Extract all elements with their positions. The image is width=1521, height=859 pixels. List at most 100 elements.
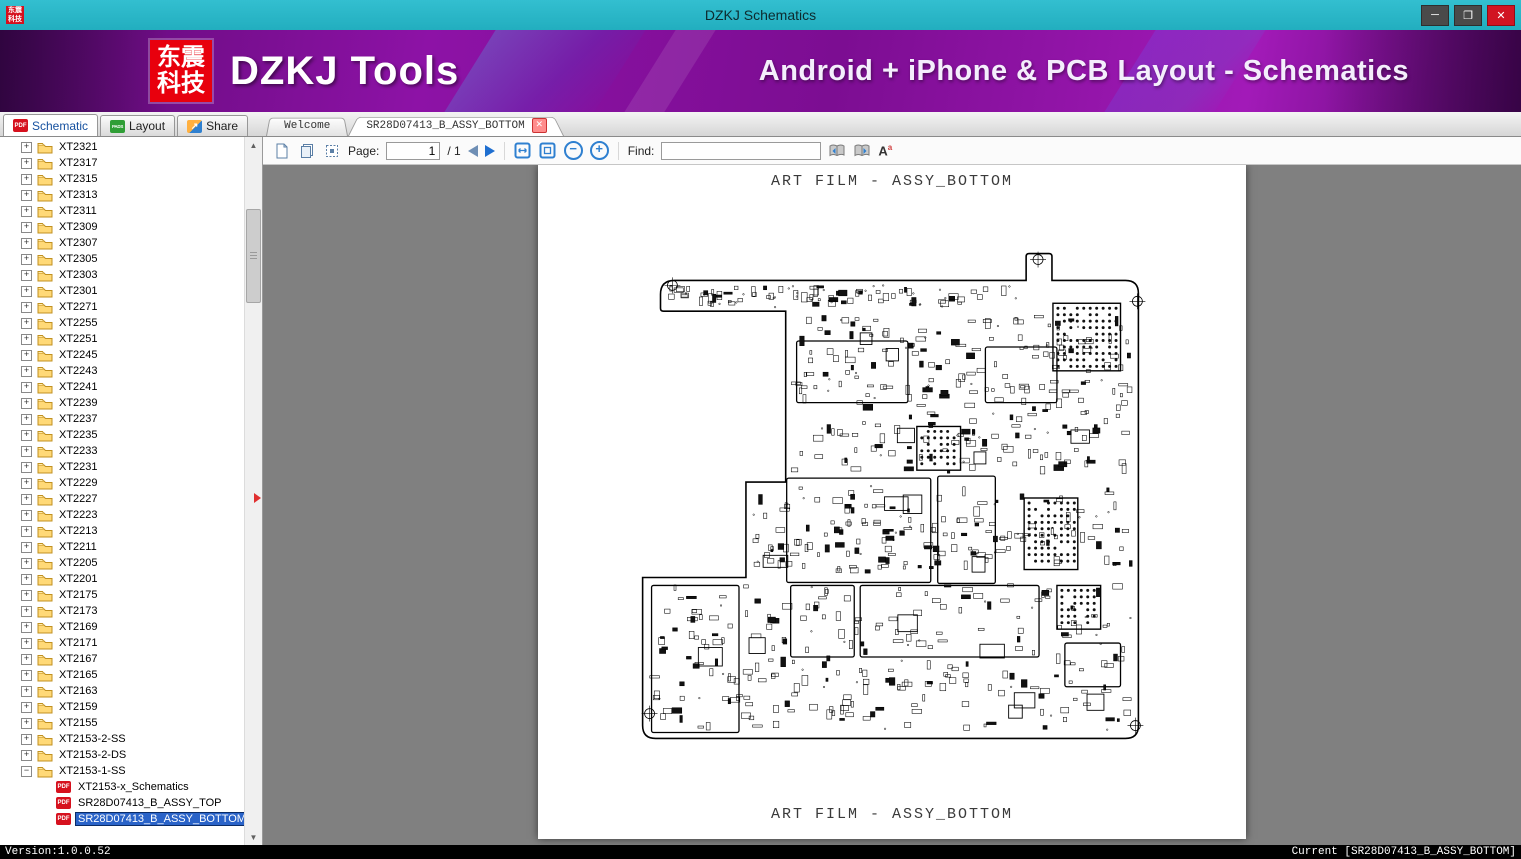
close-tab-icon[interactable]: ✕ — [532, 118, 547, 133]
expand-icon[interactable]: + — [21, 526, 32, 537]
tree-folder[interactable]: +XT2159 — [0, 699, 245, 715]
tree-document[interactable]: PDFSR28D07413_B_ASSY_TOP — [0, 795, 245, 811]
page-number-input[interactable] — [386, 142, 440, 160]
expand-icon[interactable]: + — [21, 462, 32, 473]
expand-icon[interactable]: + — [21, 494, 32, 505]
tree-folder[interactable]: +XT2321 — [0, 139, 245, 155]
tree-folder[interactable]: +XT2237 — [0, 411, 245, 427]
tree-document[interactable]: PDFSR28D07413_B_ASSY_BOTTOM — [0, 811, 245, 827]
tree-folder[interactable]: +XT2255 — [0, 315, 245, 331]
expand-icon[interactable]: + — [21, 574, 32, 585]
expand-icon[interactable]: + — [21, 510, 32, 521]
tree-folder[interactable]: +XT2303 — [0, 267, 245, 283]
tree-folder[interactable]: +XT2243 — [0, 363, 245, 379]
tree-folder[interactable]: +XT2233 — [0, 443, 245, 459]
expand-icon[interactable]: + — [21, 350, 32, 361]
expand-icon[interactable]: + — [21, 654, 32, 665]
expand-icon[interactable]: + — [21, 638, 32, 649]
expand-icon[interactable]: + — [21, 686, 32, 697]
tree-folder[interactable]: +XT2311 — [0, 203, 245, 219]
tab-share[interactable]: ↗ Share — [177, 115, 248, 136]
next-page-button[interactable] — [485, 145, 495, 157]
tree-folder[interactable]: +XT2317 — [0, 155, 245, 171]
tree-folder[interactable]: +XT2313 — [0, 187, 245, 203]
tree-folder[interactable]: +XT2227 — [0, 491, 245, 507]
tree-folder[interactable]: +XT2213 — [0, 523, 245, 539]
find-input[interactable] — [661, 142, 821, 160]
expand-icon[interactable]: + — [21, 382, 32, 393]
tree-folder[interactable]: +XT2251 — [0, 331, 245, 347]
maximize-button[interactable]: ❐ — [1454, 5, 1482, 26]
tree-folder[interactable]: +XT2155 — [0, 715, 245, 731]
tree-folder[interactable]: +XT2171 — [0, 635, 245, 651]
tree-folder[interactable]: +XT2231 — [0, 459, 245, 475]
expand-icon[interactable]: + — [21, 734, 32, 745]
tree-folder[interactable]: +XT2241 — [0, 379, 245, 395]
pdf-viewer[interactable]: ART FILM - ASSY_BOTTOM ART FILM - ASSY_B… — [263, 165, 1521, 845]
tree-folder[interactable]: +XT2153-2-DS — [0, 747, 245, 763]
expand-icon[interactable]: + — [21, 222, 32, 233]
tree-folder[interactable]: +XT2229 — [0, 475, 245, 491]
scroll-down-icon[interactable]: ▼ — [245, 829, 262, 845]
tree-folder[interactable]: +XT2305 — [0, 251, 245, 267]
scrollbar-thumb[interactable] — [246, 209, 261, 303]
expand-icon[interactable]: + — [21, 750, 32, 761]
sidebar-scrollbar[interactable]: ▲ ▼ — [244, 137, 262, 845]
expand-icon[interactable]: + — [21, 478, 32, 489]
tree-folder[interactable]: +XT2163 — [0, 683, 245, 699]
expand-icon[interactable]: + — [21, 270, 32, 281]
tree-folder[interactable]: +XT2309 — [0, 219, 245, 235]
expand-icon[interactable]: + — [21, 414, 32, 425]
expand-icon[interactable]: + — [21, 190, 32, 201]
expand-icon[interactable]: + — [21, 702, 32, 713]
expand-icon[interactable]: + — [21, 622, 32, 633]
tab-layout[interactable]: PADS Layout — [100, 115, 175, 136]
fit-page-button[interactable] — [539, 142, 557, 160]
doc-tab-welcome[interactable]: Welcome — [266, 116, 348, 136]
find-next-icon[interactable] — [853, 142, 871, 160]
tree-folder[interactable]: +XT2167 — [0, 651, 245, 667]
single-page-icon[interactable] — [273, 142, 291, 160]
expand-icon[interactable]: + — [21, 366, 32, 377]
tree-folder[interactable]: +XT2245 — [0, 347, 245, 363]
tree-folder[interactable]: +XT2307 — [0, 235, 245, 251]
scroll-up-icon[interactable]: ▲ — [245, 137, 262, 153]
tree-folder[interactable]: +XT2235 — [0, 427, 245, 443]
expand-icon[interactable]: + — [21, 206, 32, 217]
fit-width-button[interactable] — [514, 142, 532, 160]
copy-page-icon[interactable] — [298, 142, 316, 160]
tree-folder[interactable]: +XT2271 — [0, 299, 245, 315]
tree-folder[interactable]: +XT2301 — [0, 283, 245, 299]
tree-folder[interactable]: +XT2169 — [0, 619, 245, 635]
previous-page-button[interactable] — [468, 145, 478, 157]
tree-folder-open[interactable]: −XT2153-1-SS — [0, 763, 245, 779]
tree-folder[interactable]: +XT2173 — [0, 603, 245, 619]
zoom-out-button[interactable]: − — [564, 141, 583, 160]
find-previous-icon[interactable] — [828, 142, 846, 160]
expand-icon[interactable]: + — [21, 302, 32, 313]
tree-folder[interactable]: +XT2175 — [0, 587, 245, 603]
expand-icon[interactable]: + — [21, 398, 32, 409]
expand-icon[interactable]: + — [21, 590, 32, 601]
doc-tab-active[interactable]: SR28D07413_B_ASSY_BOTTOM ✕ — [348, 115, 564, 136]
zoom-in-button[interactable]: + — [590, 141, 609, 160]
tree-folder[interactable]: +XT2201 — [0, 571, 245, 587]
expand-icon[interactable]: + — [21, 174, 32, 185]
tree-folder[interactable]: +XT2211 — [0, 539, 245, 555]
expand-icon[interactable]: + — [21, 254, 32, 265]
tree-folder[interactable]: +XT2205 — [0, 555, 245, 571]
expand-icon[interactable]: + — [21, 558, 32, 569]
expand-icon[interactable]: + — [21, 318, 32, 329]
expand-icon[interactable]: + — [21, 446, 32, 457]
expand-icon[interactable]: + — [21, 606, 32, 617]
tree-document[interactable]: PDFXT2153-x_Schematics — [0, 779, 245, 795]
tree-folder[interactable]: +XT2223 — [0, 507, 245, 523]
minimize-button[interactable]: ─ — [1421, 5, 1449, 26]
tree-folder[interactable]: +XT2153-2-SS — [0, 731, 245, 747]
tree-folder[interactable]: +XT2165 — [0, 667, 245, 683]
expand-icon[interactable]: + — [21, 718, 32, 729]
expand-icon[interactable]: + — [21, 430, 32, 441]
expand-icon[interactable]: + — [21, 238, 32, 249]
font-size-icon[interactable]: Aa — [878, 143, 892, 158]
snapshot-icon[interactable] — [323, 142, 341, 160]
